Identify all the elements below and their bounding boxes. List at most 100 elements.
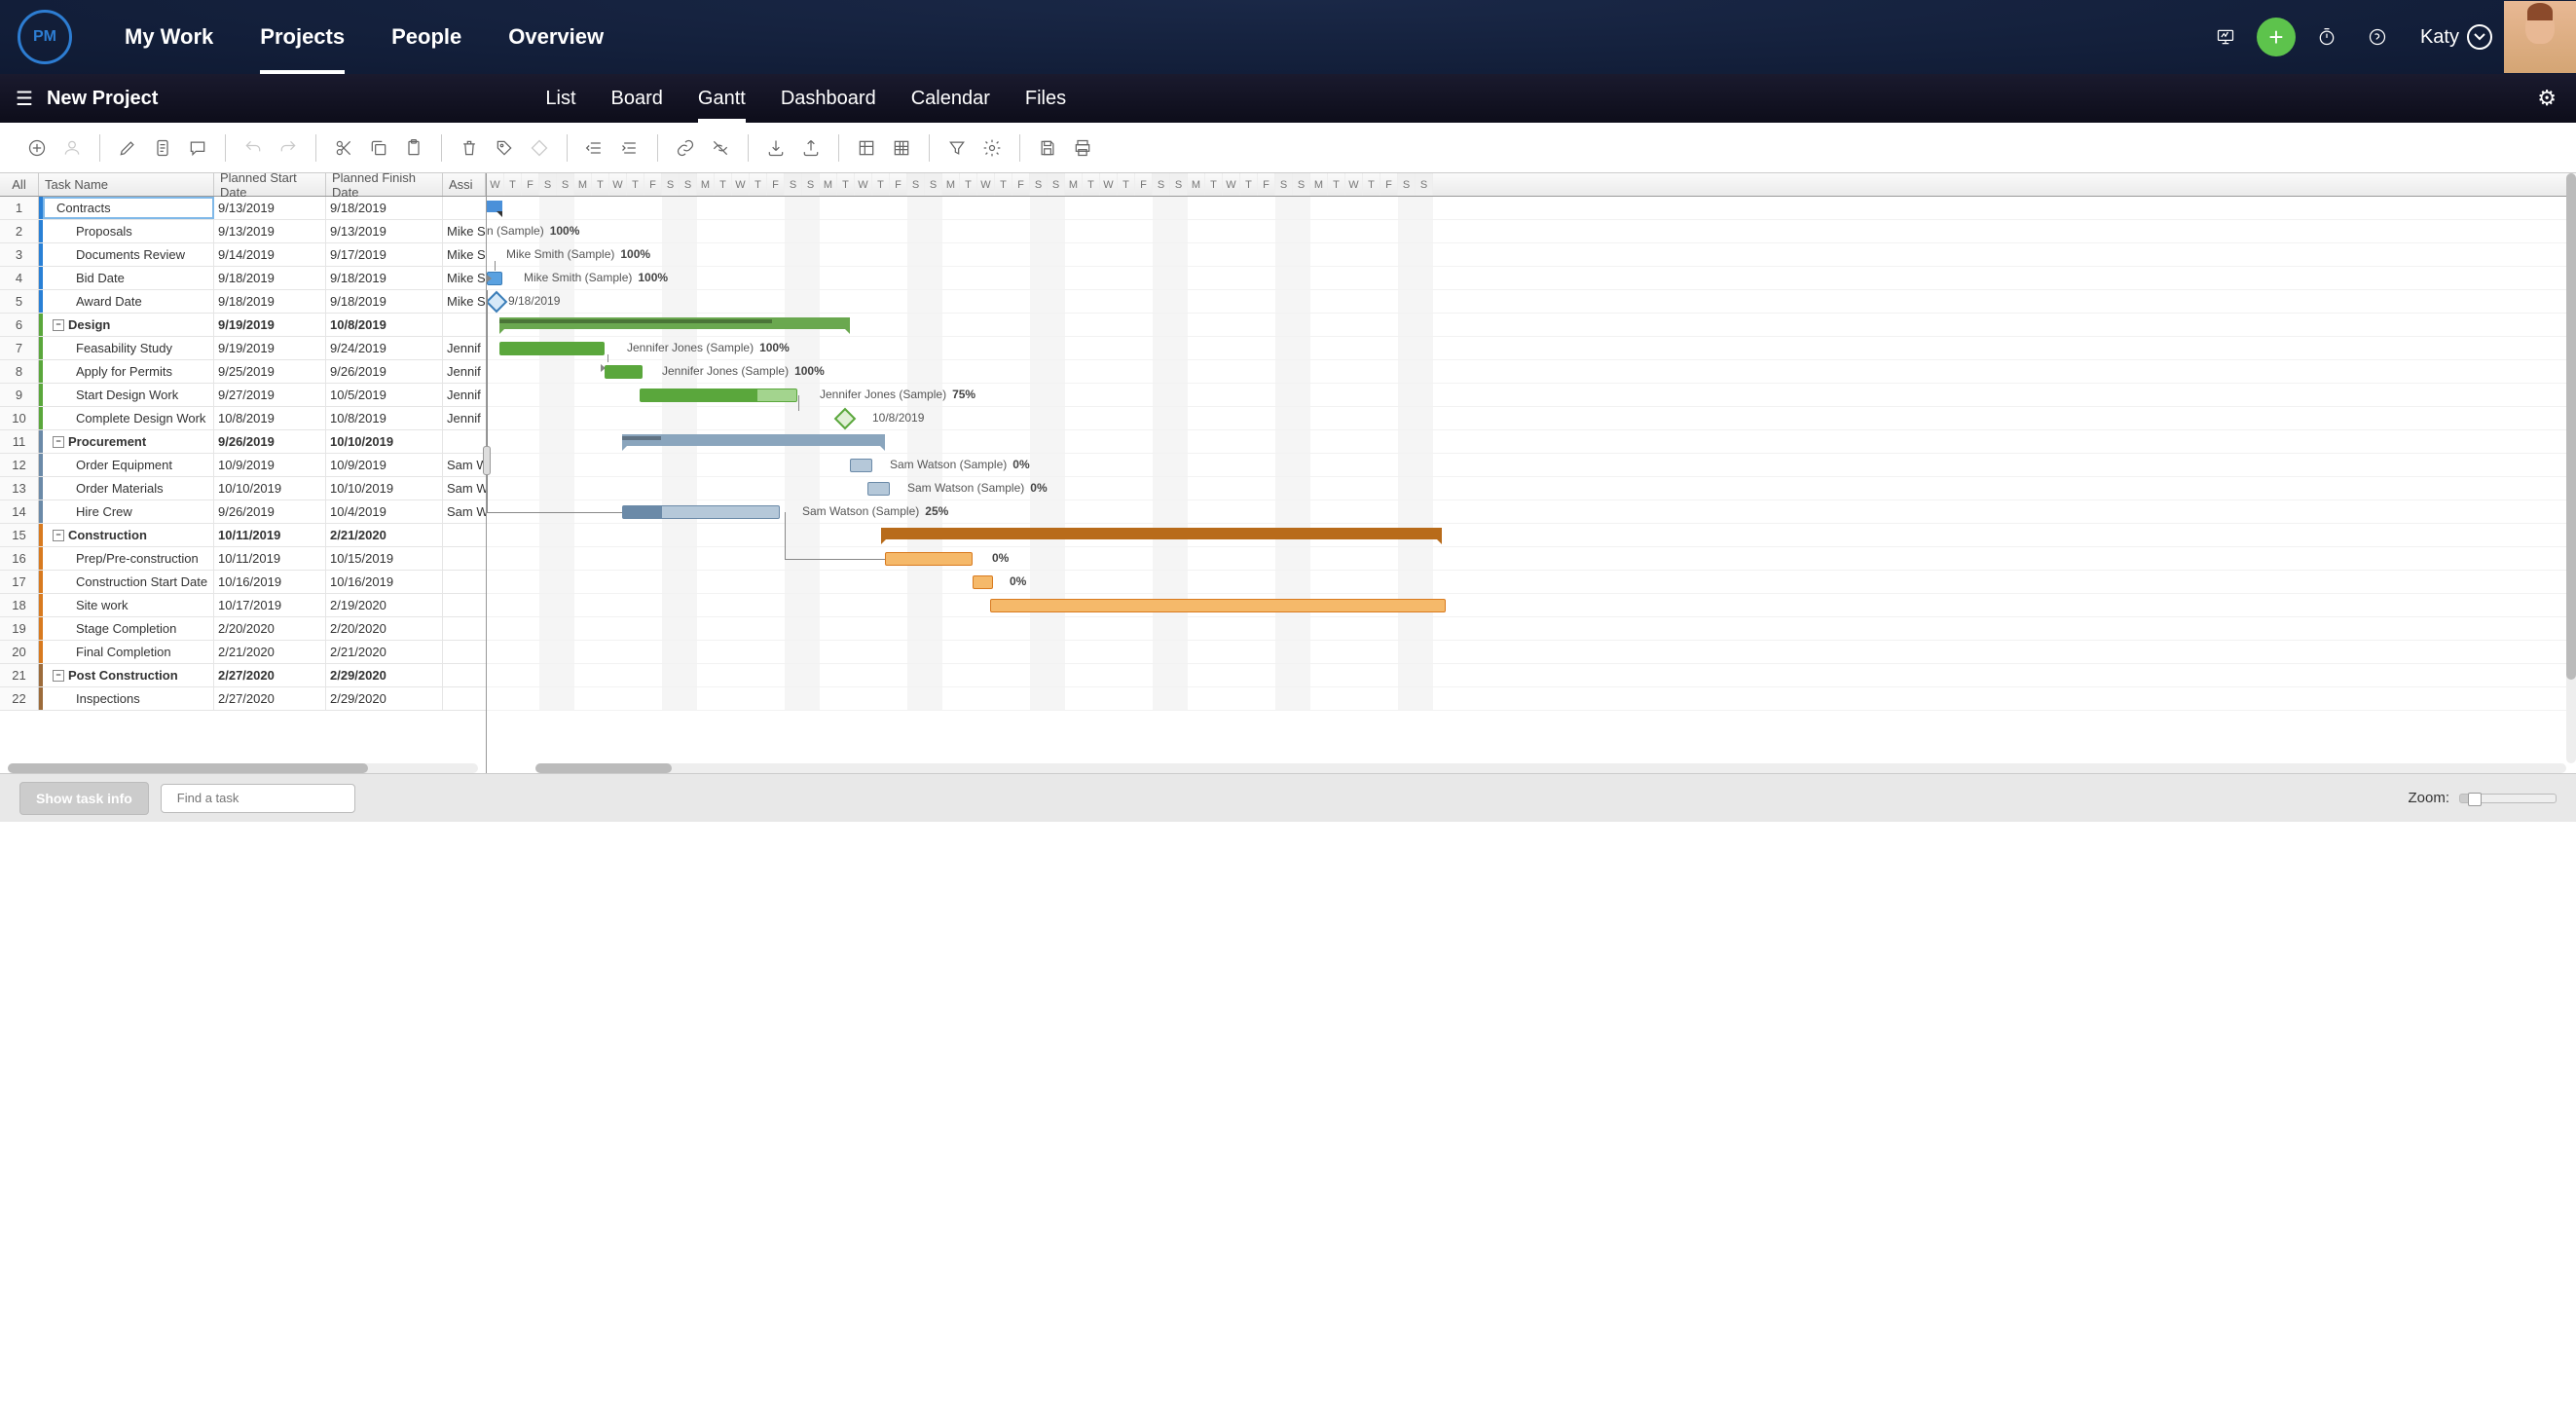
gantt-row[interactable] bbox=[487, 430, 2576, 454]
assign-icon[interactable] bbox=[58, 134, 86, 162]
task-name-cell[interactable]: Stage Completion bbox=[43, 617, 214, 640]
gantt-row[interactable] bbox=[487, 664, 2576, 687]
task-bar[interactable] bbox=[885, 552, 973, 566]
search-input[interactable] bbox=[177, 791, 349, 805]
table-row[interactable]: 22Inspections2/27/20202/29/2020 bbox=[0, 687, 486, 711]
col-assigned[interactable]: Assi bbox=[443, 173, 486, 196]
finish-cell[interactable]: 9/26/2019 bbox=[326, 360, 443, 383]
task-name-cell[interactable]: Site work bbox=[43, 594, 214, 616]
assign-cell[interactable] bbox=[443, 594, 486, 616]
tab-files[interactable]: Files bbox=[1008, 74, 1084, 123]
menu-icon[interactable]: ☰ bbox=[16, 87, 33, 111]
save-icon[interactable] bbox=[1034, 134, 1061, 162]
assign-cell[interactable] bbox=[443, 617, 486, 640]
table-row[interactable]: 7Feasability Study9/19/20199/24/2019Jenn… bbox=[0, 337, 486, 360]
nav-people[interactable]: People bbox=[368, 0, 485, 74]
export-icon[interactable] bbox=[797, 134, 825, 162]
gantt-row[interactable]: Sam Watson (Sample)0% bbox=[487, 454, 2576, 477]
finish-cell[interactable]: 10/8/2019 bbox=[326, 407, 443, 429]
copy-icon[interactable] bbox=[365, 134, 392, 162]
assign-cell[interactable]: Jennif bbox=[443, 360, 486, 383]
gantt-row[interactable]: Jennifer Jones (Sample)75% bbox=[487, 384, 2576, 407]
gantt-row[interactable]: Mike Smith (Sample)100% bbox=[487, 243, 2576, 267]
collapse-icon[interactable]: − bbox=[53, 670, 64, 682]
start-cell[interactable]: 10/9/2019 bbox=[214, 454, 326, 476]
gantt-row[interactable]: Sam Watson (Sample)25% bbox=[487, 500, 2576, 524]
assign-cell[interactable]: Mike S bbox=[443, 243, 486, 266]
filter-icon[interactable] bbox=[943, 134, 971, 162]
start-cell[interactable]: 9/14/2019 bbox=[214, 243, 326, 266]
start-cell[interactable]: 10/16/2019 bbox=[214, 571, 326, 593]
redo-icon[interactable] bbox=[275, 134, 302, 162]
gantt-row[interactable]: 0% bbox=[487, 547, 2576, 571]
task-name-cell[interactable]: Proposals bbox=[43, 220, 214, 242]
milestone[interactable] bbox=[834, 408, 857, 430]
task-name-cell[interactable]: Documents Review bbox=[43, 243, 214, 266]
paste-icon[interactable] bbox=[400, 134, 427, 162]
task-name-cell[interactable]: −Construction bbox=[43, 524, 214, 546]
task-name-cell[interactable]: Start Design Work bbox=[43, 384, 214, 406]
summary-bar[interactable] bbox=[881, 528, 1442, 539]
finish-cell[interactable]: 10/5/2019 bbox=[326, 384, 443, 406]
link-icon[interactable] bbox=[672, 134, 699, 162]
finish-cell[interactable]: 2/29/2020 bbox=[326, 687, 443, 710]
milestone[interactable] bbox=[487, 291, 507, 314]
delete-icon[interactable] bbox=[456, 134, 483, 162]
finish-cell[interactable]: 10/9/2019 bbox=[326, 454, 443, 476]
start-cell[interactable]: 9/19/2019 bbox=[214, 337, 326, 359]
show-info-button[interactable]: Show task info bbox=[19, 782, 149, 815]
table-row[interactable]: 3Documents Review9/14/20199/17/2019Mike … bbox=[0, 243, 486, 267]
assign-cell[interactable]: Sam W bbox=[443, 477, 486, 500]
start-cell[interactable]: 9/26/2019 bbox=[214, 430, 326, 453]
tag-icon[interactable] bbox=[491, 134, 518, 162]
assign-cell[interactable]: Mike S bbox=[443, 220, 486, 242]
table-row[interactable]: 21−Post Construction2/27/20202/29/2020 bbox=[0, 664, 486, 687]
assign-cell[interactable] bbox=[443, 430, 486, 453]
search-box[interactable] bbox=[161, 784, 355, 813]
start-cell[interactable]: 2/27/2020 bbox=[214, 687, 326, 710]
table-row[interactable]: 12Order Equipment10/9/201910/9/2019Sam W bbox=[0, 454, 486, 477]
col-finish[interactable]: Planned Finish Date bbox=[326, 173, 443, 196]
grid-scrollbar[interactable] bbox=[8, 763, 478, 773]
add-button[interactable]: + bbox=[2257, 18, 2296, 56]
summary-bar[interactable] bbox=[499, 317, 850, 329]
collapse-icon[interactable]: − bbox=[53, 530, 64, 541]
gear-icon[interactable] bbox=[978, 134, 1006, 162]
gantt-row[interactable]: 0% bbox=[487, 571, 2576, 594]
tab-gantt[interactable]: Gantt bbox=[681, 74, 763, 123]
columns-icon[interactable] bbox=[853, 134, 880, 162]
task-bar[interactable] bbox=[605, 365, 644, 379]
logo[interactable]: PM bbox=[18, 10, 72, 64]
collapse-icon[interactable]: − bbox=[53, 436, 64, 448]
start-cell[interactable]: 10/17/2019 bbox=[214, 594, 326, 616]
nav-overview[interactable]: Overview bbox=[485, 0, 627, 74]
presentation-icon[interactable] bbox=[2206, 18, 2245, 56]
add-task-icon[interactable] bbox=[23, 134, 51, 162]
table-row[interactable]: 8Apply for Permits9/25/20199/26/2019Jenn… bbox=[0, 360, 486, 384]
task-name-cell[interactable]: Complete Design Work bbox=[43, 407, 214, 429]
table-row[interactable]: 20Final Completion2/21/20202/21/2020 bbox=[0, 641, 486, 664]
start-cell[interactable]: 10/11/2019 bbox=[214, 547, 326, 570]
table-row[interactable]: 15−Construction10/11/20192/21/2020 bbox=[0, 524, 486, 547]
table-row[interactable]: 11−Procurement9/26/201910/10/2019 bbox=[0, 430, 486, 454]
assign-cell[interactable]: Mike S bbox=[443, 267, 486, 289]
task-name-cell[interactable]: Prep/Pre-construction bbox=[43, 547, 214, 570]
gantt-row[interactable] bbox=[487, 197, 2576, 220]
table-row[interactable]: 4Bid Date9/18/20199/18/2019Mike S bbox=[0, 267, 486, 290]
tab-list[interactable]: List bbox=[528, 74, 593, 123]
start-cell[interactable]: 9/18/2019 bbox=[214, 290, 326, 313]
task-bar[interactable] bbox=[622, 505, 780, 519]
finish-cell[interactable]: 2/21/2020 bbox=[326, 641, 443, 663]
task-name-cell[interactable]: Order Materials bbox=[43, 477, 214, 500]
table-row[interactable]: 9Start Design Work9/27/201910/5/2019Jenn… bbox=[0, 384, 486, 407]
task-bar[interactable] bbox=[973, 575, 994, 589]
finish-cell[interactable]: 2/21/2020 bbox=[326, 524, 443, 546]
summary-bar[interactable] bbox=[622, 434, 885, 446]
finish-cell[interactable]: 10/15/2019 bbox=[326, 547, 443, 570]
finish-cell[interactable]: 9/24/2019 bbox=[326, 337, 443, 359]
finish-cell[interactable]: 9/18/2019 bbox=[326, 267, 443, 289]
gantt-row[interactable]: 9/18/2019 bbox=[487, 290, 2576, 314]
finish-cell[interactable]: 9/18/2019 bbox=[326, 290, 443, 313]
start-cell[interactable]: 2/20/2020 bbox=[214, 617, 326, 640]
avatar[interactable] bbox=[2504, 1, 2576, 73]
